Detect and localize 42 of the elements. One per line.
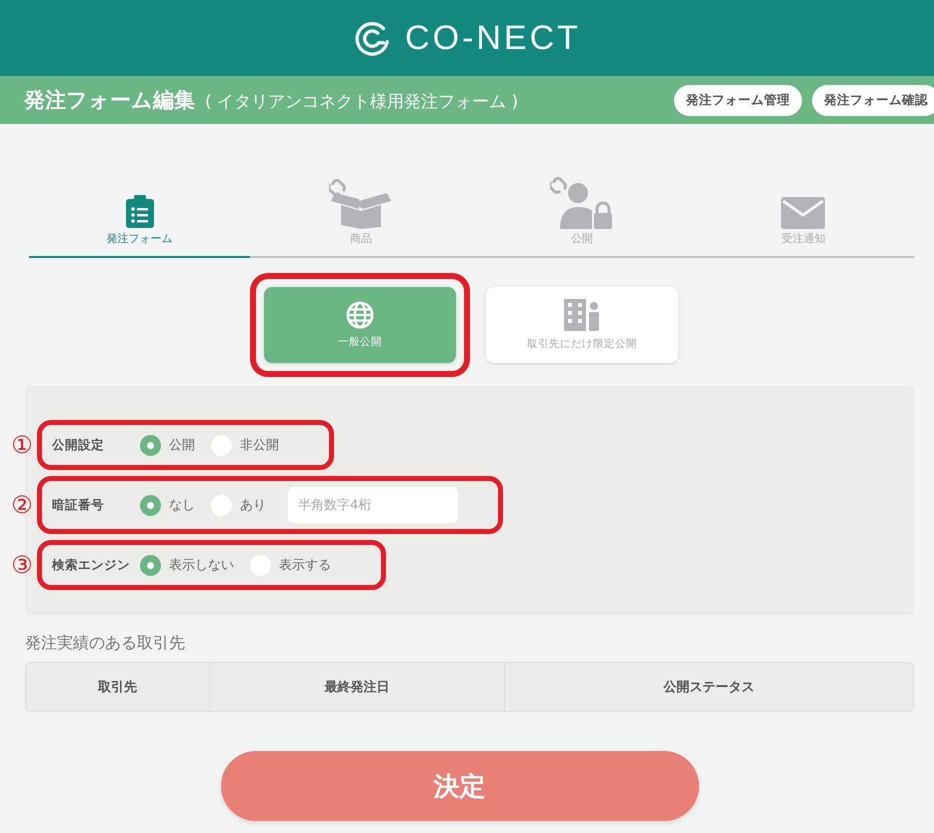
radio-button[interactable] xyxy=(140,434,161,456)
radio-button[interactable] xyxy=(140,554,161,576)
radio-button[interactable] xyxy=(211,494,232,516)
setting-label: 暗証番号 xyxy=(52,496,105,514)
setting-label: 公開設定 xyxy=(52,436,105,454)
annotation-number: ① xyxy=(10,431,34,459)
column-header: 取引先 xyxy=(96,679,138,697)
page-subtitle: ( イタリアンコネクト様用発注フォーム ) xyxy=(205,91,518,113)
radio-button[interactable] xyxy=(140,494,161,516)
pin-input-field[interactable]: 半角数字4桁 xyxy=(288,487,458,523)
column-header: 公開ステータス xyxy=(504,663,913,711)
publish-option[interactable]: 取引先にだけ限定公開 xyxy=(486,287,678,363)
logo-text: CO-NECT xyxy=(405,18,581,58)
radio-label: 表示しない xyxy=(169,557,234,574)
annotation-number: ② xyxy=(10,491,34,519)
radio-label: 公開 xyxy=(169,437,195,454)
submit-button[interactable]: 決定 xyxy=(220,751,698,821)
radio-label: あり xyxy=(240,497,266,514)
page-title: 発注フォーム編集 xyxy=(24,87,195,114)
setting-label: 検索エンジン xyxy=(52,556,131,574)
tab[interactable]: 公開 xyxy=(472,170,693,258)
globe-icon xyxy=(346,301,374,329)
radio-label: なし xyxy=(169,497,195,514)
section-title: 発注実績のある取引先 xyxy=(25,633,186,654)
annotation-number: ③ xyxy=(10,551,34,579)
box-with-link-icon xyxy=(328,179,393,229)
publish-option[interactable]: 一般公開 xyxy=(264,287,456,363)
radio-label: 非公開 xyxy=(240,437,279,454)
tab[interactable]: 受注通知 xyxy=(692,170,914,258)
building-with-person-icon xyxy=(564,299,600,331)
tab[interactable]: 商品 xyxy=(250,170,472,258)
logo-icon xyxy=(353,19,392,57)
radio-button[interactable] xyxy=(250,554,271,576)
radio-label: 表示する xyxy=(279,557,331,574)
person-with-lock-icon xyxy=(550,177,614,229)
header-button[interactable]: 発注フォーム管理 xyxy=(674,84,802,116)
tab[interactable]: 発注フォーム xyxy=(29,170,250,258)
column-header: 最終発注日 xyxy=(208,663,504,711)
clipboard-icon xyxy=(124,195,155,229)
envelope-icon xyxy=(781,197,826,229)
radio-button[interactable] xyxy=(211,434,232,456)
header-button[interactable]: 発注フォーム確認 xyxy=(812,84,934,116)
